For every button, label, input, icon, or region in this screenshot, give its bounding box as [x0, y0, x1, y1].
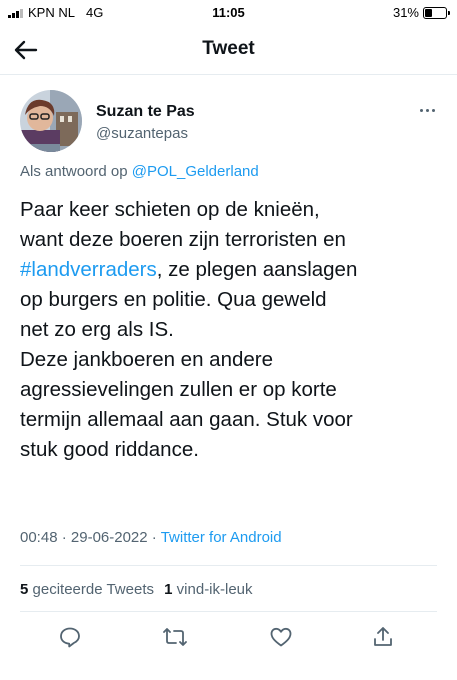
heart-icon — [270, 627, 292, 647]
like-button[interactable] — [266, 622, 296, 652]
tweet-line: Deze jankboeren en andere — [20, 348, 274, 371]
quote-label: geciteerde Tweets — [32, 581, 154, 598]
reply-mention-link[interactable]: @POL_Gelderland — [132, 163, 259, 180]
more-dot-icon — [432, 109, 435, 112]
status-bar: KPN NL 4G 11:05 31% — [0, 0, 457, 26]
status-time: 11:05 — [212, 5, 245, 20]
tweet-line: want deze boeren zijn terroristen en — [20, 228, 346, 251]
quote-tweets-link[interactable]: 5 geciteerde Tweets — [20, 581, 154, 598]
reply-button[interactable] — [55, 622, 85, 652]
more-options-button[interactable] — [420, 109, 435, 112]
tweet-time: 00:48 — [20, 529, 58, 546]
hashtag-link[interactable]: #landverraders — [20, 258, 157, 281]
header-divider — [0, 74, 457, 75]
action-bar — [0, 622, 457, 654]
reply-icon — [60, 627, 80, 648]
tweet-line: op burgers en politie. Qua geweld — [20, 288, 327, 311]
tweet-line: agressievelingen zullen er op korte — [20, 378, 337, 401]
share-icon — [374, 627, 392, 646]
tweet-line: #landverraders, ze plegen aanslagen — [20, 255, 440, 285]
page-title: Tweet — [202, 38, 255, 59]
likes-link[interactable]: 1 vind-ik-leuk — [164, 581, 252, 598]
tweet-text: Paar keer schieten op de knieën, want de… — [20, 195, 440, 465]
tweet-source-link[interactable]: Twitter for Android — [161, 529, 282, 546]
author-handle[interactable]: @suzantepas — [96, 125, 188, 142]
reply-prefix: Als antwoord op — [20, 163, 128, 180]
share-button[interactable] — [368, 622, 398, 652]
status-right: 31% — [392, 5, 450, 20]
meta-separator: · — [151, 529, 157, 546]
tweet-line: Paar keer schieten op de knieën, — [20, 198, 320, 221]
tweet-line: termijn allemaal aan gaan. Stuk voor — [20, 408, 353, 431]
retweet-button[interactable] — [160, 622, 190, 652]
tweet-date: 29-06-2022 — [70, 529, 148, 546]
stats-divider — [20, 611, 437, 612]
author-name[interactable]: Suzan te Pas — [96, 103, 195, 121]
quote-count: 5 — [20, 581, 29, 598]
header: Tweet — [0, 26, 457, 74]
battery-percent: 31% — [392, 5, 419, 20]
retweet-icon — [163, 628, 187, 646]
tweet-line: net zo erg als IS. — [20, 318, 174, 341]
avatar-photo-icon — [20, 90, 82, 152]
tweet-line: stuk good riddance. — [20, 438, 199, 461]
more-dot-icon — [426, 109, 429, 112]
meta-separator: · — [61, 529, 67, 546]
like-count: 1 — [164, 581, 173, 598]
battery-icon — [423, 6, 450, 19]
tweet-stats: 5 geciteerde Tweets 1 vind-ik-leuk — [20, 581, 253, 598]
more-dot-icon — [420, 109, 423, 112]
like-label: vind-ik-leuk — [176, 581, 253, 598]
tweet-meta: 00:48 · 29-06-2022 · Twitter for Android — [20, 529, 282, 546]
meta-divider — [20, 565, 437, 566]
reply-context: Als antwoord op @POL_Gelderland — [20, 163, 259, 180]
avatar[interactable] — [20, 90, 82, 152]
tweet-line-text: , ze plegen aanslagen — [156, 258, 358, 281]
